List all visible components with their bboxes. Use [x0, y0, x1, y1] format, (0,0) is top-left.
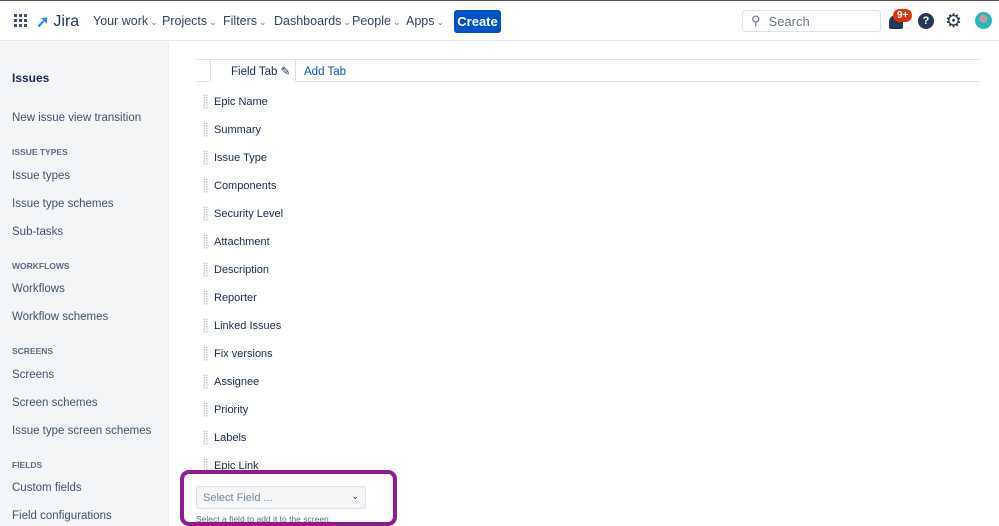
nav-filters[interactable]: Filters ⌄: [223, 14, 267, 28]
field-name: Summary: [214, 123, 262, 136]
drag-handle-icon[interactable]: [203, 402, 208, 417]
search-input[interactable]: ⚲ Search: [742, 10, 881, 32]
drag-handle-icon[interactable]: [203, 234, 208, 249]
field-row[interactable]: Attachment: [203, 234, 270, 249]
field-row[interactable]: Priority: [203, 402, 248, 417]
sidebar-item-field-configurations[interactable]: Field configurations: [12, 510, 112, 522]
screen-tabs: Field Tab ✎ Add Tab: [196, 59, 980, 82]
field-row[interactable]: Linked Issues: [203, 318, 281, 333]
nav-apps[interactable]: Apps ⌄: [406, 14, 444, 28]
top-nav: ➚ Jira Your work ⌄ Projects ⌄ Filters ⌄ Dash…: [0, 1, 999, 41]
field-row[interactable]: Components: [203, 178, 276, 193]
field-row[interactable]: Summary: [203, 122, 261, 137]
sidebar-item-new-issue-view-transition[interactable]: New issue view transition: [12, 112, 141, 124]
field-name: Components: [214, 179, 277, 192]
sidebar-item-issue-type-screen-schemes[interactable]: Issue type screen schemes: [12, 425, 151, 437]
sidebar-item-issue-types[interactable]: Issue types: [12, 170, 70, 182]
sidebar-item-screens[interactable]: Screens: [12, 369, 54, 381]
sidebar: Issues New issue view transition ISSUE T…: [0, 42, 169, 526]
sidebar-item-workflows[interactable]: Workflows: [12, 283, 65, 295]
field-row[interactable]: Issue Type: [203, 150, 267, 165]
field-row[interactable]: Assignee: [203, 374, 259, 389]
pencil-icon[interactable]: ✎: [281, 66, 291, 78]
field-row[interactable]: Description: [203, 262, 269, 277]
field-name: Security Level: [214, 207, 284, 220]
field-name: Description: [214, 263, 270, 276]
select-field-dropdown[interactable]: ⌄ Select Field ...: [196, 486, 366, 509]
add-tab-link[interactable]: Add Tab: [304, 66, 346, 78]
field-name: Attachment: [214, 235, 270, 248]
settings-gear-icon[interactable]: ⚙: [945, 10, 962, 33]
notification-badge: 9+: [893, 9, 913, 22]
sidebar-item-screen-schemes[interactable]: Screen schemes: [12, 397, 98, 409]
field-row[interactable]: Labels: [203, 430, 246, 445]
field-row[interactable]: Security Level: [203, 206, 283, 221]
field-name: Epic Name: [214, 95, 268, 108]
sidebar-item-sub-tasks[interactable]: Sub-tasks: [12, 226, 63, 238]
field-row[interactable]: Fix versions: [203, 346, 273, 361]
select-field-hint: Select a field to add it to the screen.: [196, 514, 332, 524]
search-icon: ⚲: [751, 13, 761, 28]
nav-dashboards[interactable]: Dashboards ⌄: [274, 14, 351, 28]
field-row[interactable]: Epic Name: [203, 94, 268, 109]
drag-handle-icon[interactable]: [203, 150, 208, 165]
sidebar-heading-issue-types: ISSUE TYPES: [12, 147, 68, 157]
sidebar-item-custom-fields[interactable]: Custom fields: [12, 482, 82, 494]
drag-handle-icon[interactable]: [203, 262, 208, 277]
sidebar-heading-workflows: WORKFLOWS: [12, 261, 70, 271]
sidebar-item-issue-type-schemes[interactable]: Issue type schemes: [12, 198, 114, 210]
nav-your-work[interactable]: Your work ⌄: [93, 14, 158, 28]
field-name: Issue Type: [214, 151, 267, 164]
field-name: Assignee: [214, 375, 260, 388]
avatar[interactable]: [975, 12, 992, 29]
sidebar-item-workflow-schemes[interactable]: Workflow schemes: [12, 311, 108, 323]
drag-handle-icon[interactable]: [203, 122, 208, 137]
drag-handle-icon[interactable]: [203, 178, 208, 193]
drag-handle-icon[interactable]: [203, 430, 208, 445]
nav-people[interactable]: People ⌄: [352, 14, 400, 28]
field-name: Fix versions: [214, 347, 273, 360]
field-name: Priority: [214, 403, 249, 416]
drag-handle-icon[interactable]: [203, 206, 208, 221]
nav-projects[interactable]: Projects ⌄: [162, 14, 217, 28]
drag-handle-icon[interactable]: [203, 290, 208, 305]
sidebar-title: Issues: [12, 71, 50, 85]
drag-handle-icon[interactable]: [203, 374, 208, 389]
field-name: Linked Issues: [214, 319, 282, 332]
create-button[interactable]: Create: [454, 10, 501, 33]
drag-handle-icon[interactable]: [203, 318, 208, 333]
sidebar-heading-screens: SCREENS: [12, 346, 54, 356]
field-row[interactable]: Reporter: [203, 290, 257, 305]
field-name: Reporter: [214, 291, 257, 304]
drag-handle-icon[interactable]: [203, 346, 208, 361]
tab-field-tab[interactable]: Field Tab ✎: [210, 59, 296, 82]
nav-menu: Your work ⌄ Projects ⌄ Filters ⌄ Dashboards…: [0, 14, 450, 30]
sidebar-heading-fields: FIELDS: [12, 460, 43, 470]
chevron-down-icon: ⌄: [351, 491, 359, 501]
field-name: Labels: [214, 431, 247, 444]
help-icon[interactable]: ?: [918, 13, 934, 29]
drag-handle-icon[interactable]: [203, 94, 208, 109]
